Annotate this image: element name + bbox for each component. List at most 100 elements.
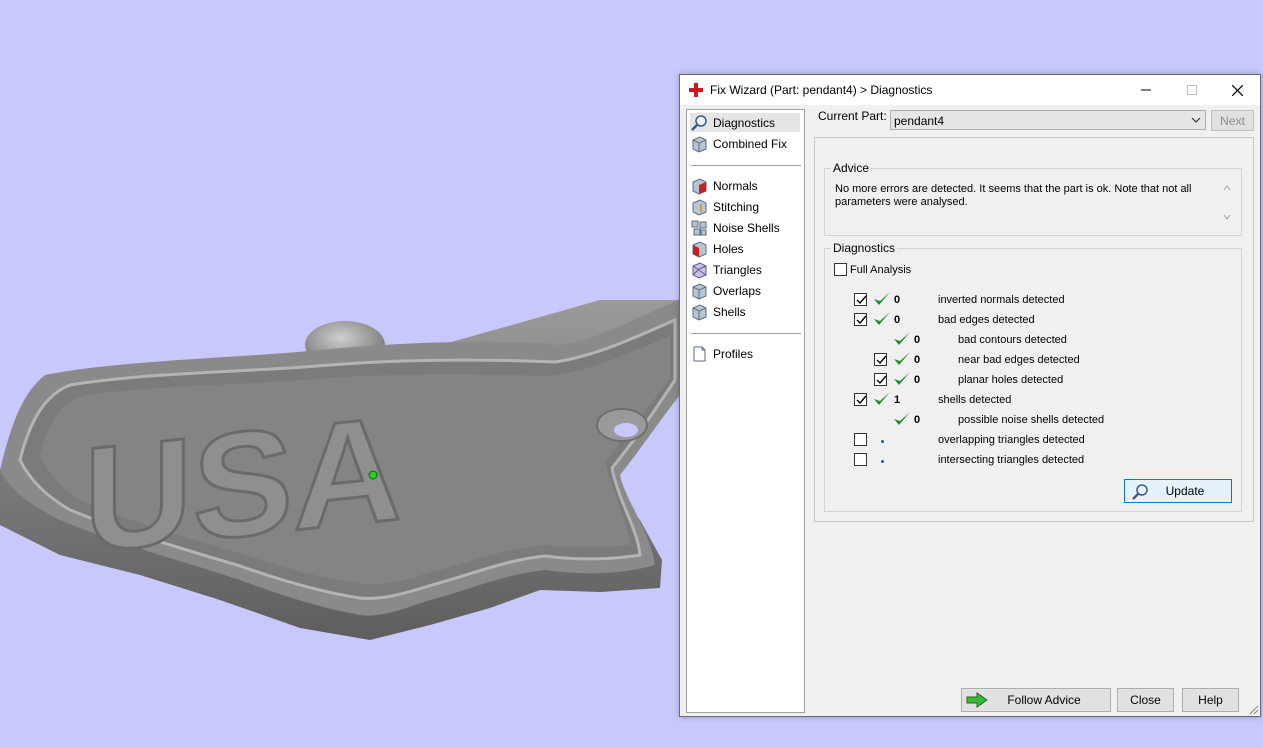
nav-item-normals[interactable]: Normals <box>690 176 800 195</box>
update-button[interactable]: Update <box>1124 479 1232 503</box>
full-analysis-checkbox[interactable] <box>834 263 847 276</box>
usa-text: USA <box>84 384 402 584</box>
holes-cube-icon <box>692 240 707 258</box>
inverted-normals-checkbox[interactable] <box>854 293 867 306</box>
red-cross-icon <box>689 83 703 97</box>
nav-label: Diagnostics <box>713 115 776 130</box>
nav-label: Noise Shells <box>713 220 780 235</box>
shells-label: shells detected <box>938 394 1012 406</box>
near-bad-edges-count: 0 <box>914 354 921 366</box>
follow-advice-button[interactable]: Follow Advice <box>961 688 1111 712</box>
bad-contours-count: 0 <box>914 334 921 346</box>
nav-item-shells[interactable]: Shells <box>690 302 800 321</box>
advice-group: Advice No more errors are detected. It s… <box>824 161 1242 236</box>
maximize-button[interactable] <box>1169 75 1215 105</box>
ok-tick-icon <box>874 312 890 325</box>
ok-tick-icon <box>894 372 910 385</box>
checkmark-icon <box>856 395 867 405</box>
document-icon <box>693 346 706 361</box>
nav-item-combined-fix[interactable]: Combined Fix <box>690 134 800 153</box>
cube-icon <box>692 135 707 153</box>
ok-tick-icon <box>894 352 910 365</box>
overlapping-triangles-checkbox[interactable] <box>854 433 867 446</box>
close-button[interactable]: Close <box>1117 688 1174 712</box>
current-part-select[interactable]: pendant4 <box>890 110 1206 130</box>
nav-item-stitching[interactable]: Stitching <box>690 197 800 216</box>
overlaps-cube-icon <box>692 282 707 300</box>
chevron-down-icon <box>1191 117 1201 123</box>
advice-title: Advice <box>831 161 872 175</box>
update-label: Update <box>1165 484 1205 498</box>
checkmark-icon <box>876 375 887 385</box>
ok-tick-icon <box>894 332 910 345</box>
title-bar[interactable]: Fix Wizard (Part: pendant4) > Diagnostic… <box>680 75 1260 105</box>
ok-tick-icon <box>874 392 890 405</box>
nav-label: Overlaps <box>713 283 762 298</box>
magnifier-icon <box>691 114 707 131</box>
maximize-icon <box>1187 85 1197 95</box>
nav-item-overlaps[interactable]: Overlaps <box>690 281 800 300</box>
scroll-down-icon[interactable] <box>1223 213 1231 221</box>
minimize-icon <box>1141 89 1151 91</box>
nav-item-diagnostics[interactable]: Diagnostics <box>690 113 800 132</box>
fix-wizard-dialog: Fix Wizard (Part: pendant4) > Diagnostic… <box>679 74 1261 717</box>
nav-label: Holes <box>713 241 744 256</box>
advice-text: No more errors are detected. It seems th… <box>835 183 1192 208</box>
near-bad-edges-checkbox[interactable] <box>874 353 887 366</box>
current-part-label: Current Part: <box>818 109 887 123</box>
minimize-button[interactable] <box>1123 75 1169 105</box>
nav-label: Combined Fix <box>713 136 788 151</box>
noise-shells-icon <box>691 220 707 235</box>
planar-holes-count: 0 <box>914 374 921 386</box>
checkmark-icon <box>856 315 867 325</box>
near-bad-edges-label: near bad edges detected <box>958 354 1080 366</box>
shells-count: 1 <box>894 394 901 406</box>
shells-cube-icon <box>692 303 707 321</box>
noise-shells-count: 0 <box>914 414 921 426</box>
pending-dot-icon <box>881 460 884 463</box>
follow-advice-label: Follow Advice <box>1007 693 1081 707</box>
nav-label: Stitching <box>713 199 760 214</box>
nav-divider <box>691 165 801 166</box>
overlapping-triangles-label: overlapping triangles detected <box>938 434 1085 446</box>
close-window-button[interactable] <box>1214 75 1260 105</box>
nav-divider <box>691 333 801 334</box>
resize-grip-icon[interactable] <box>1247 703 1259 715</box>
bad-edges-count: 0 <box>894 314 901 326</box>
nav-item-triangles[interactable]: Triangles <box>690 260 800 279</box>
diagnostics-title: Diagnostics <box>831 241 898 255</box>
nav-label: Profiles <box>713 346 754 361</box>
wizard-nav: Diagnostics Combined Fix Normals Stitchi… <box>686 109 805 713</box>
nav-label: Shells <box>713 304 746 319</box>
shells-checkbox[interactable] <box>854 393 867 406</box>
current-part-value: pendant4 <box>894 114 945 128</box>
nav-item-profiles[interactable]: Profiles <box>690 344 800 363</box>
full-analysis-label: Full Analysis <box>850 264 912 276</box>
help-button[interactable]: Help <box>1182 688 1239 712</box>
bad-edges-label: bad edges detected <box>938 314 1035 326</box>
inverted-normals-count: 0 <box>894 294 901 306</box>
close-icon <box>1231 84 1243 96</box>
inverted-normals-label: inverted normals detected <box>938 294 1065 306</box>
bad-edges-checkbox[interactable] <box>854 313 867 326</box>
intersecting-triangles-checkbox[interactable] <box>854 453 867 466</box>
diagnostics-group: Diagnostics Full Analysis 0 inverted nor… <box>824 241 1242 512</box>
planar-holes-label: planar holes detected <box>958 374 1064 386</box>
noise-shells-label: possible noise shells detected <box>958 414 1105 426</box>
green-arrow-icon <box>966 692 988 708</box>
next-button[interactable]: Next <box>1211 110 1254 131</box>
normals-cube-icon <box>692 177 707 195</box>
pending-dot-icon <box>881 440 884 443</box>
checkmark-icon <box>876 355 887 365</box>
bad-contours-label: bad contours detected <box>958 334 1067 346</box>
intersecting-triangles-label: intersecting triangles detected <box>938 454 1085 466</box>
nav-item-noise-shells[interactable]: Noise Shells <box>690 218 800 237</box>
nav-item-holes[interactable]: Holes <box>690 239 800 258</box>
pendant-model: USA <box>0 300 680 640</box>
checkmark-icon <box>856 295 867 305</box>
stitching-cube-icon <box>692 198 707 216</box>
nav-label: Normals <box>713 178 758 193</box>
scroll-up-icon[interactable] <box>1223 184 1231 192</box>
window-title: Fix Wizard (Part: pendant4) > Diagnostic… <box>710 83 933 97</box>
planar-holes-checkbox[interactable] <box>874 373 887 386</box>
